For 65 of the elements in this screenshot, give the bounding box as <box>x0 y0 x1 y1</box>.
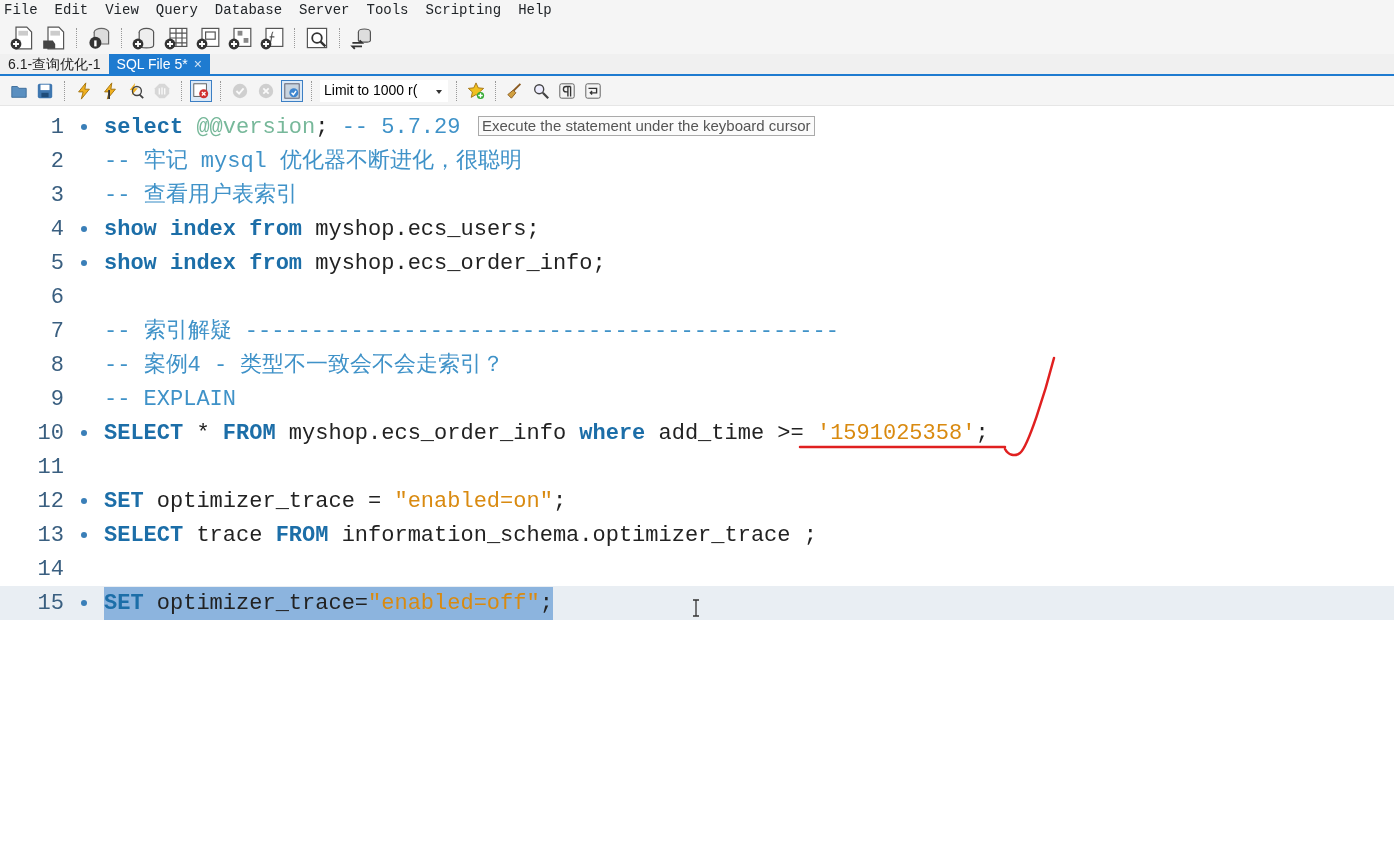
menu-item[interactable]: Database <box>214 0 283 22</box>
auto-commit-icon <box>283 81 301 100</box>
line-number: 10 <box>36 419 64 448</box>
code-line: show index from myshop.ecs_users; <box>104 215 540 244</box>
line-number: 13 <box>36 521 64 550</box>
search-icon <box>532 81 550 100</box>
magnifier-lightning-icon <box>127 81 145 100</box>
cancel-icon <box>257 81 275 100</box>
menu-item[interactable]: Edit <box>54 0 89 22</box>
line-number: 4 <box>49 215 64 244</box>
line-number: 2 <box>49 147 64 176</box>
menu-item[interactable]: Scripting <box>425 0 502 22</box>
stop-hand-icon <box>153 81 171 100</box>
menu-item[interactable]: Server <box>299 0 350 22</box>
lightning-icon <box>75 81 93 100</box>
menu-item[interactable]: View <box>105 0 139 22</box>
editor-tab[interactable]: 6.1-查询优化-1 <box>0 54 109 74</box>
limit-rows-dropdown[interactable]: Limit to 1000 r( <box>320 79 448 102</box>
database-icon[interactable] <box>132 26 156 50</box>
save-icon <box>36 81 54 100</box>
check-icon <box>231 81 249 100</box>
lightning-cursor-icon <box>101 81 119 100</box>
new-sql-tab-icon[interactable] <box>10 26 34 50</box>
line-number: 3 <box>49 181 64 210</box>
code-line: -- EXPLAIN <box>104 385 237 414</box>
line-number: 12 <box>36 487 64 516</box>
code-line: SELECT * FROM myshop.ecs_order_info where add_time >= '1591025358'; <box>104 419 989 448</box>
code-line: show index from myshop.ecs_order_info; <box>104 249 606 278</box>
code-line: SELECT trace FROM information_schema.optimizer_trace ; <box>104 521 817 550</box>
line-number: 9 <box>49 385 64 414</box>
line-number: 5 <box>49 249 64 278</box>
menu-item[interactable]: Tools <box>366 0 409 22</box>
line-number: 6 <box>49 283 64 312</box>
star-plus-icon <box>467 81 485 100</box>
pilcrow-icon <box>558 81 576 100</box>
menu-item[interactable]: Query <box>155 0 198 22</box>
database-arrows-icon[interactable] <box>350 26 374 50</box>
wrap-icon <box>584 81 602 100</box>
line-number: 7 <box>49 317 64 346</box>
function-icon[interactable] <box>260 26 284 50</box>
line-number: 1 <box>49 113 64 142</box>
text-cursor-icon <box>690 599 702 617</box>
code-line: -- 案例4 - 类型不一致会不会走索引？ <box>104 351 505 380</box>
code-line: select @@version; -- 5.7.29 <box>104 113 461 142</box>
menu-item[interactable]: Help <box>518 0 552 22</box>
toolbar-button[interactable] <box>190 79 212 102</box>
code-line: -- 查看用户表索引 <box>104 181 298 210</box>
menu-item[interactable]: File <box>4 0 38 22</box>
editor-tab[interactable]: SQL File 5* × <box>108 54 210 74</box>
line-number: 14 <box>36 555 64 584</box>
view-icon[interactable] <box>196 26 220 50</box>
procedure-icon[interactable] <box>228 26 252 50</box>
stop-on-error-icon <box>192 81 210 100</box>
line-number: 8 <box>49 351 64 380</box>
line-number: 11 <box>36 453 64 482</box>
line-number: 15 <box>36 589 64 618</box>
inspector-icon[interactable] <box>305 26 329 50</box>
code-line: -- 牢记 mysql 优化器不断进化，很聪明 <box>104 147 523 176</box>
info-icon[interactable] <box>87 26 111 50</box>
open-sql-file-icon[interactable] <box>42 26 66 50</box>
tooltip: Execute the statement under the keyboard cursor <box>478 116 815 136</box>
code-line: SET optimizer_trace = "enabled=on"; <box>104 487 567 516</box>
broom-icon <box>506 81 524 100</box>
table-icon[interactable] <box>164 26 188 50</box>
code-line: -- 索引解疑 --------------------------------------------- <box>104 317 839 346</box>
